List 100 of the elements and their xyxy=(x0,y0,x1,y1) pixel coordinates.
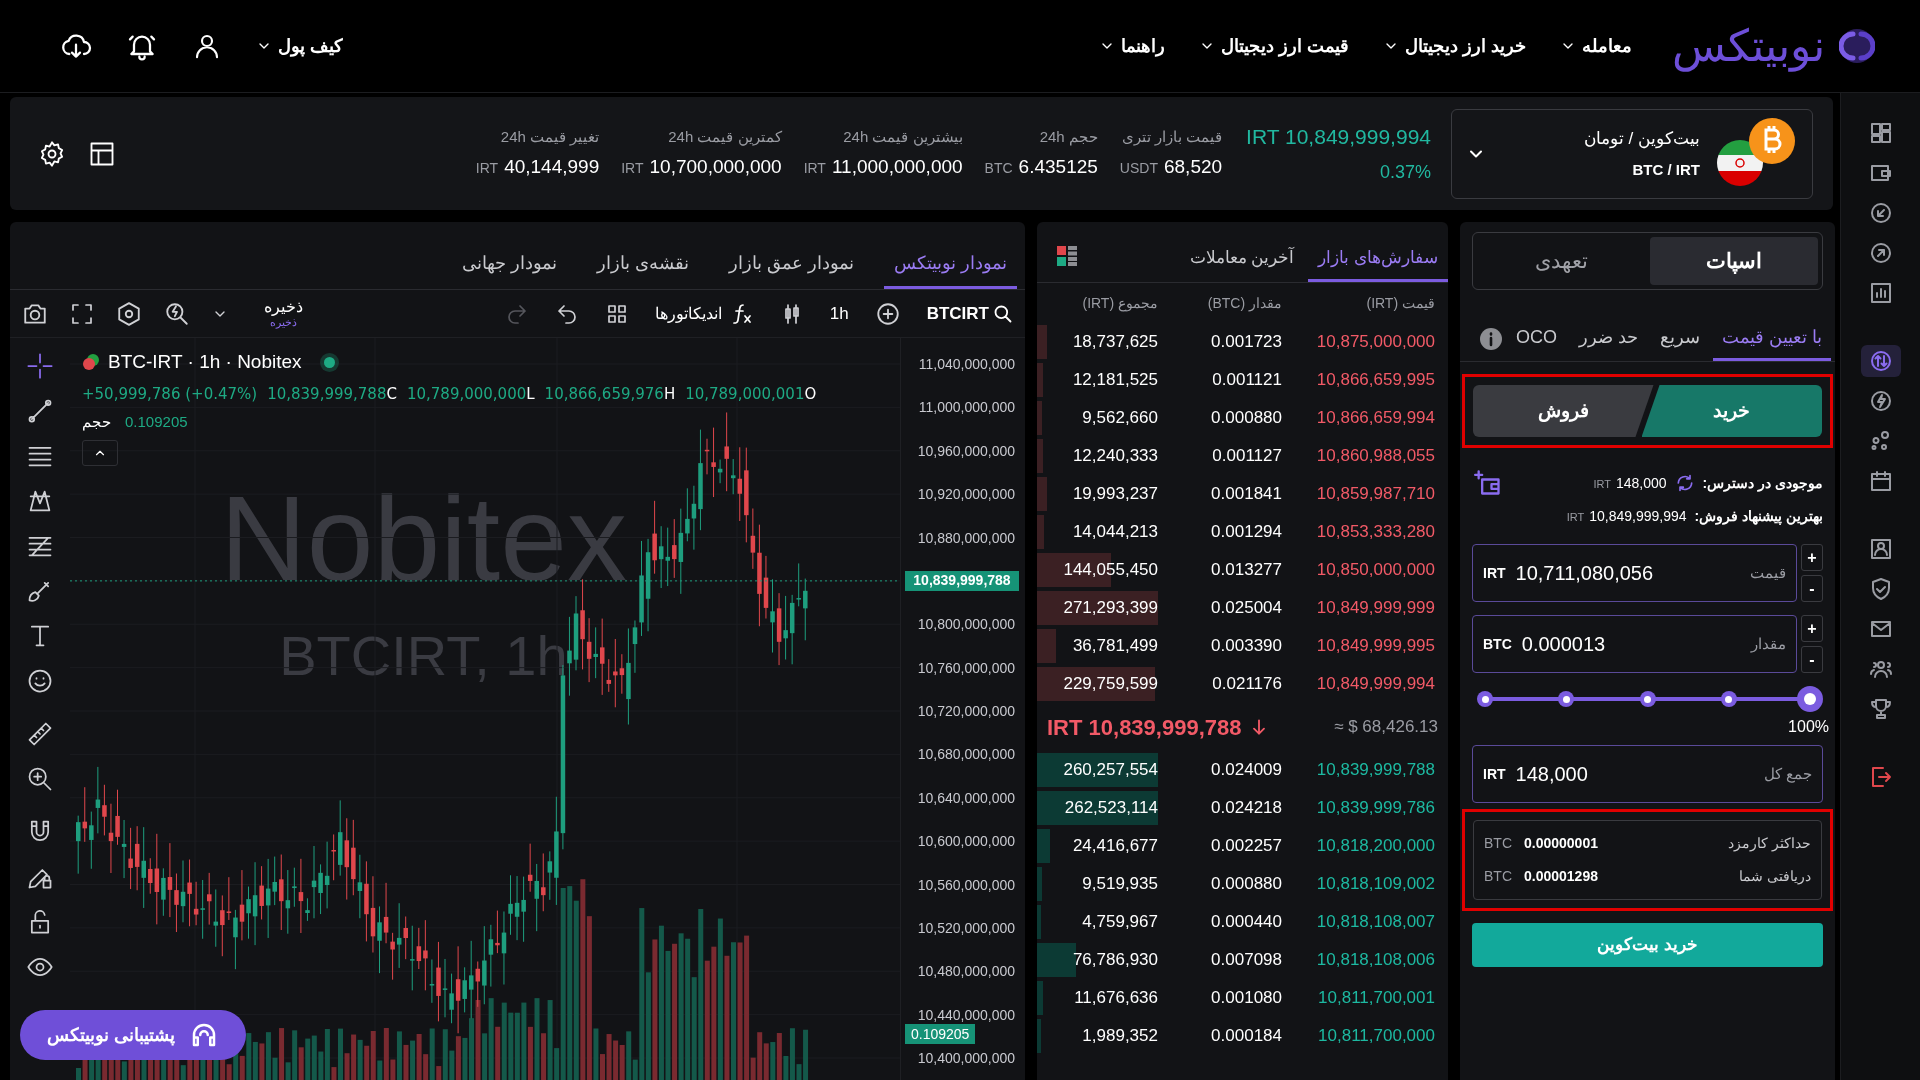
price-tick: 10,600,000,000 xyxy=(916,832,1016,852)
support-button[interactable]: پشتیبانی نوبیتکس xyxy=(20,1010,246,1060)
price-tick: 10,520,000,000 xyxy=(916,918,1016,938)
wallet-menu[interactable]: کیف پول xyxy=(256,32,343,60)
stat-value: 6.435125 xyxy=(1018,154,1098,179)
usd-equivalent: ≈ $ 68,426.13 xyxy=(1334,716,1438,739)
order-type-tab[interactable]: OCO xyxy=(1506,317,1566,361)
nav-menu[interactable]: خرید ارز دیجیتال xyxy=(1383,32,1526,60)
unit-label: IRT xyxy=(803,158,826,178)
field-label: جمع کل xyxy=(1763,763,1812,785)
stepper-button[interactable]: - xyxy=(1801,575,1823,602)
change-value: +50,999,786 (+0.47%) xyxy=(82,383,258,405)
order-price: 10,859,987,710 xyxy=(1315,483,1435,506)
side-toggle[interactable]: خرید xyxy=(1641,385,1822,437)
save-status: ذخیره xyxy=(270,317,297,328)
mode-tab[interactable]: اسپات xyxy=(1649,237,1818,285)
pair-name: بیت‌کوین / تومان xyxy=(1583,127,1700,151)
stepper-button[interactable]: + xyxy=(1801,615,1823,642)
order-total: 12,181,525 xyxy=(1037,363,1158,397)
order-amount: 0.003390 xyxy=(1210,635,1282,658)
unit-label: BTC xyxy=(1483,634,1512,654)
price-tick: 10,920,000,000 xyxy=(916,485,1016,505)
price-tick: 10,400,000,000 xyxy=(916,1049,1016,1068)
order-price: 10,818,108,007 xyxy=(1315,911,1435,934)
order-amount: 0.002257 xyxy=(1210,835,1282,858)
order-price: 10,866,659,994 xyxy=(1315,407,1435,430)
order-total: 144,055,450 xyxy=(1037,553,1158,587)
unit-label: IRT xyxy=(1483,563,1506,583)
order-book-tab[interactable]: سفارش‌های بازار xyxy=(1308,236,1448,282)
order-total: 271,293,399 xyxy=(1037,591,1158,625)
chart-tab[interactable]: نمودار جهانی xyxy=(451,241,567,289)
logo-text: نوبیتکس xyxy=(1672,19,1825,74)
ohlc-key: O xyxy=(804,382,817,405)
order-amount: 0.000880 xyxy=(1210,407,1282,430)
order-amount: 0.025004 xyxy=(1210,597,1282,620)
symbol-search[interactable]: BTCIRT xyxy=(926,300,1013,327)
order-amount: 0.001294 xyxy=(1210,521,1282,544)
order-type-tab[interactable]: سریع xyxy=(1651,317,1709,361)
order-price: 10,850,000,000 xyxy=(1315,559,1435,582)
stat-value: 68,520 xyxy=(1164,154,1223,179)
order-total: 1,989,352 xyxy=(1037,1019,1158,1053)
nav-menu[interactable]: معامله xyxy=(1560,32,1632,60)
order-price: 10,849,999,999 xyxy=(1315,597,1435,620)
price-tick: 10,880,000,000 xyxy=(916,528,1016,548)
order-price: 10,811,700,000 xyxy=(1317,1025,1435,1048)
order-total: 11,676,636 xyxy=(1037,981,1158,1015)
order-total: 12,240,333 xyxy=(1037,439,1158,473)
amount-input[interactable]: 0.000013 xyxy=(1521,629,1741,659)
order-total: 9,519,935 xyxy=(1037,867,1158,901)
stepper-button[interactable]: + xyxy=(1801,544,1823,571)
order-price: 10,860,988,055 xyxy=(1315,445,1435,468)
unit-label: IRT xyxy=(475,158,499,178)
order-price: 10,853,333,280 xyxy=(1315,521,1435,544)
indicators-button[interactable]: اندیکاتورها xyxy=(654,301,754,326)
nav-menu[interactable]: قیمت ارز دیجیتال xyxy=(1198,32,1349,60)
fee-value: 0.00000001 xyxy=(1524,834,1598,853)
pair-code: BTC / IRT xyxy=(1632,160,1700,180)
side-toggle[interactable]: فروش xyxy=(1473,385,1654,437)
price-tick: 10,440,000,000 xyxy=(916,1005,1016,1025)
save-button[interactable]: ذخیره ذخیره xyxy=(264,299,303,328)
order-amount: 0.001121 xyxy=(1211,369,1282,392)
chart-tab[interactable]: نمودار عمق بازار xyxy=(718,241,864,289)
nav-menu[interactable]: راهنما xyxy=(1098,32,1165,60)
price-tick: 11,040,000,000 xyxy=(917,355,1016,374)
price-tick: 10,640,000,000 xyxy=(916,788,1016,808)
interval-button[interactable]: 1h xyxy=(829,300,849,327)
order-amount: 0.001841 xyxy=(1210,483,1282,506)
unit-label: USDT xyxy=(1119,158,1158,178)
order-total: 18,737,625 xyxy=(1037,325,1158,359)
unit-label: IRT xyxy=(1566,509,1585,525)
field-label: قیمت xyxy=(1750,562,1786,583)
stat-label: حجم 24h xyxy=(1039,127,1098,148)
stepper-button[interactable]: - xyxy=(1801,646,1823,673)
mode-tab[interactable]: تعهدی xyxy=(1477,237,1646,285)
volume-label: حجم xyxy=(82,412,111,433)
price-tick: 10,720,000,000 xyxy=(916,702,1016,721)
price-input[interactable]: 10,711,080,056 xyxy=(1515,558,1740,588)
unit-label: BTC xyxy=(1484,834,1512,853)
total-input[interactable]: 148,000 xyxy=(1515,759,1754,789)
chart-tab[interactable]: نقشه‌ی بازار xyxy=(586,241,699,289)
order-price: 10,818,108,006 xyxy=(1315,949,1435,972)
order-total: 24,416,677 xyxy=(1037,829,1158,863)
slider-percent: 100% xyxy=(1788,717,1829,737)
best-offer-value: 10,849,999,994 xyxy=(1589,506,1687,526)
price-tick: 10,760,000,000 xyxy=(916,658,1016,678)
ohlc-value: 10,839,999,788 xyxy=(267,383,387,405)
order-amount: 0.013277 xyxy=(1210,559,1282,582)
stat-value: 40,144,999 xyxy=(504,154,600,179)
ohlc-key: H xyxy=(663,382,676,405)
order-type-tab[interactable]: حد ضرر xyxy=(1569,317,1647,361)
order-type-tab[interactable]: با تعیین قیمت xyxy=(1713,317,1831,361)
order-price: 10,866,659,995 xyxy=(1315,369,1435,392)
chart-symbol-title: BTC-IRT · 1h · Nobitex xyxy=(108,350,302,374)
chart-tab[interactable]: نمودار نوبیتکس xyxy=(884,241,1017,289)
unit-label: IRT xyxy=(621,158,644,178)
order-price: 10,818,200,000 xyxy=(1315,835,1435,858)
price-tick: 10,480,000,000 xyxy=(916,962,1016,982)
order-book-tab[interactable]: آخرین معاملات xyxy=(1179,236,1305,282)
info-label: بهترین پیشنهاد فروش: xyxy=(1694,506,1823,527)
order-price: 10,839,999,788 xyxy=(1315,759,1435,782)
